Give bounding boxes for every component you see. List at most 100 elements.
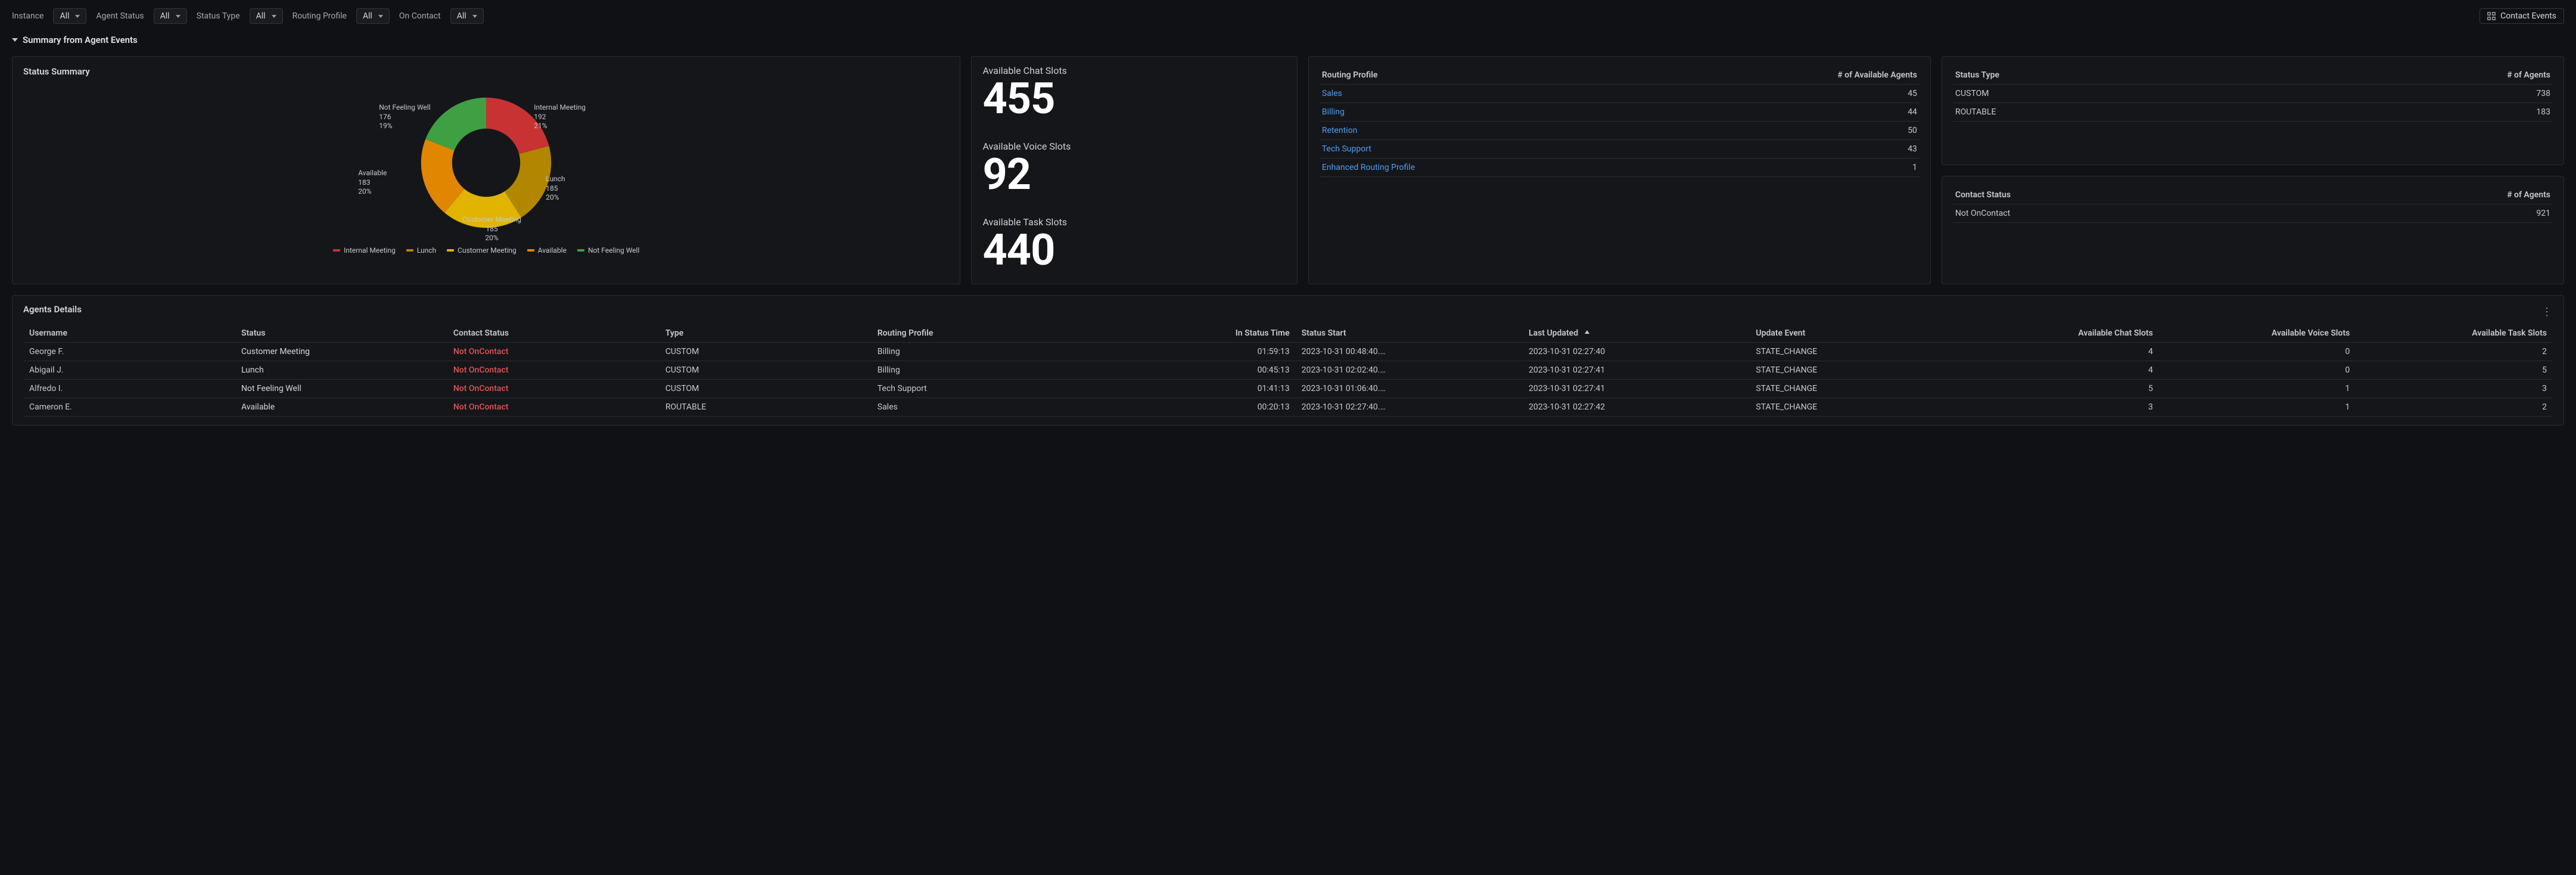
summary-toggle[interactable]: Summary from Agent Events [12,35,2564,45]
col-header-agents-count[interactable]: # of Agents [2286,186,2553,204]
cell-in-status-time: 00:20:13 [1144,398,1295,417]
routing-profile-link[interactable]: Tech Support [1320,140,1642,159]
col-header-voice-slots[interactable]: Available Voice Slots [2159,324,2356,343]
cell-voice-slots: 0 [2159,361,2356,380]
legend-item[interactable]: Customer Meeting [447,246,517,255]
cell-type: CUSTOM [659,343,872,361]
legend-item[interactable]: Not Feeling Well [577,246,639,255]
legend-label: Customer Meeting [458,246,517,255]
col-header-contact-status[interactable]: Contact Status [1953,186,2286,204]
panel-routing-profile: Routing Profile # of Available Agents Sa… [1308,56,1931,284]
col-header-status[interactable]: Status [235,324,447,343]
cell-chat-slots: 5 [1962,380,2159,398]
cell-username: Cameron E. [23,398,235,417]
cell-update-event: STATE_CHANGE [1750,398,1962,417]
table-row[interactable]: Tech Support43 [1320,140,1919,159]
slot-value: 440 [982,229,1286,272]
cell-chat-slots: 4 [1962,343,2159,361]
legend-label: Available [538,246,567,255]
table-row[interactable]: Billing44 [1320,103,1919,122]
col-header-routing-profile[interactable]: Routing Profile [872,324,1144,343]
donut-slice-label: Lunch18520% [546,175,565,203]
panel-title: Status Summary [23,66,949,77]
cell-count: 45 [1642,85,1919,103]
col-header-agents-count[interactable]: # of Agents [2255,66,2553,85]
col-header-status-start[interactable]: Status Start [1296,324,1523,343]
cell-voice-slots: 0 [2159,343,2356,361]
col-header-chat-slots[interactable]: Available Chat Slots [1962,324,2159,343]
filter-bar: Instance All Agent Status All Status Typ… [12,8,2564,24]
cell-contact-status: Not OnContact [1953,204,2286,222]
cell-status-type: ROUTABLE [1953,103,2255,122]
cell-username: Abigail J. [23,361,235,380]
cell-count: 921 [2286,204,2553,222]
filter-select-on-contact[interactable]: All [450,8,484,24]
table-row[interactable]: Abigail J.LunchNot OnContactCUSTOMBillin… [23,361,2553,380]
cell-routing-profile: Billing [872,343,1144,361]
kebab-menu-icon[interactable]: ⋮ [2541,306,2553,318]
cell-contact-status: Not OnContact [447,343,659,361]
col-header-username[interactable]: Username [23,324,235,343]
cell-update-event: STATE_CHANGE [1750,343,1962,361]
cell-contact-status: Not OnContact [447,380,659,398]
col-header-contact-status[interactable]: Contact Status [447,324,659,343]
table-row[interactable]: Alfredo I.Not Feeling WellNot OnContactC… [23,380,2553,398]
cell-status-start: 2023-10-31 02:27:40.… [1296,398,1523,417]
cell-update-event: STATE_CHANGE [1750,361,1962,380]
routing-profile-link[interactable]: Enhanced Routing Profile [1320,159,1642,177]
col-header-task-slots[interactable]: Available Task Slots [2356,324,2553,343]
table-row[interactable]: CUSTOM738 [1953,85,2553,103]
cell-type: CUSTOM [659,361,872,380]
filter-label-instance: Instance [12,11,43,21]
col-header-routing-profile[interactable]: Routing Profile [1320,66,1642,85]
legend-swatch [447,249,454,252]
legend-swatch [333,249,340,252]
cell-chat-slots: 4 [1962,361,2159,380]
filter-select-agent-status[interactable]: All [154,8,187,24]
cell-count: 183 [2255,103,2553,122]
table-row[interactable]: Enhanced Routing Profile1 [1320,159,1919,177]
panel-status-type: Status Type # of Agents CUSTOM738ROUTABL… [1942,56,2564,165]
routing-profile-link[interactable]: Sales [1320,85,1642,103]
legend-item[interactable]: Available [527,246,567,255]
table-row[interactable]: Retention50 [1320,122,1919,140]
col-header-last-updated[interactable]: Last Updated [1523,324,1750,343]
cell-last-updated: 2023-10-31 02:27:41 [1523,361,1750,380]
table-row[interactable]: Sales45 [1320,85,1919,103]
filter-select-status-type[interactable]: All [250,8,283,24]
col-header-type[interactable]: Type [659,324,872,343]
legend-item[interactable]: Internal Meeting [333,246,396,255]
col-header-available-agents[interactable]: # of Available Agents [1642,66,1919,85]
filter-select-routing-profile[interactable]: All [356,8,390,24]
cell-status: Customer Meeting [235,343,447,361]
col-header-update-event[interactable]: Update Event [1750,324,1962,343]
cell-voice-slots: 1 [2159,380,2356,398]
donut-slice [425,98,486,151]
filter-select-instance[interactable]: All [53,8,86,24]
cell-task-slots: 2 [2356,343,2553,361]
cell-contact-status: Not OnContact [447,398,659,417]
cell-count: 44 [1642,103,1919,122]
table-row[interactable]: George F.Customer MeetingNot OnContactCU… [23,343,2553,361]
routing-profile-link[interactable]: Billing [1320,103,1642,122]
routing-profile-link[interactable]: Retention [1320,122,1642,140]
cell-last-updated: 2023-10-31 02:27:41 [1523,380,1750,398]
contact-events-button[interactable]: Contact Events [2479,8,2564,24]
col-header-in-status-time[interactable]: In Status Time [1144,324,1295,343]
cell-username: Alfredo I. [23,380,235,398]
col-header-status-type[interactable]: Status Type [1953,66,2255,85]
cell-contact-status: Not OnContact [447,361,659,380]
legend-label: Not Feeling Well [588,246,639,255]
cell-username: George F. [23,343,235,361]
chevron-down-icon [75,15,80,18]
table-row[interactable]: Cameron E.AvailableNot OnContactROUTABLE… [23,398,2553,417]
panel-voice-slots: Available Voice Slots 92 [972,132,1296,204]
table-row[interactable]: Not OnContact921 [1953,204,2553,222]
donut-slice-label: Internal Meeting19221% [534,103,586,131]
legend-swatch [577,249,584,252]
chevron-down-icon [472,15,477,18]
chevron-down-icon [12,38,18,42]
cell-count: 50 [1642,122,1919,140]
table-row[interactable]: ROUTABLE183 [1953,103,2553,122]
legend-item[interactable]: Lunch [406,246,436,255]
